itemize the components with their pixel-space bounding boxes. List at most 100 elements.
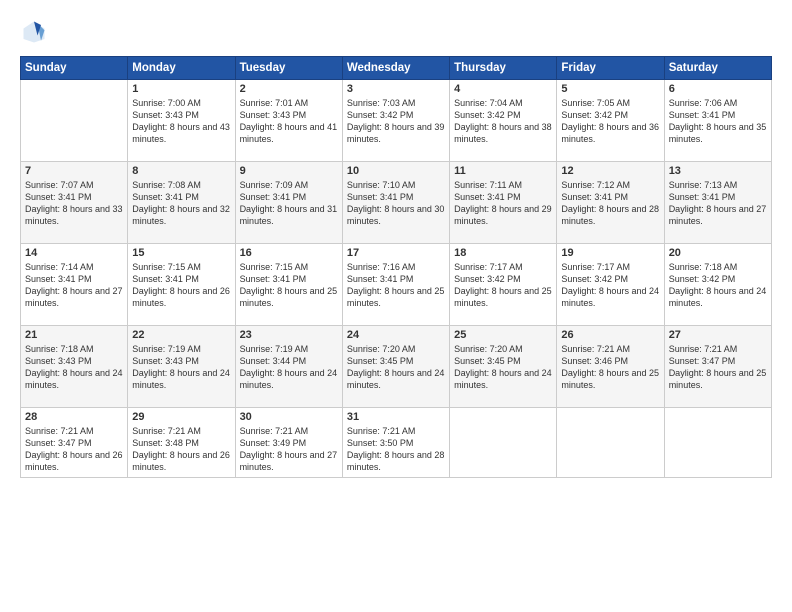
week-row-3: 14 Sunrise: 7:14 AMSunset: 3:41 PMDayligh… <box>21 244 772 326</box>
calendar-cell <box>450 408 557 478</box>
cell-info: Sunrise: 7:18 AMSunset: 3:43 PMDaylight:… <box>25 343 123 392</box>
calendar-cell <box>664 408 771 478</box>
day-number: 30 <box>240 411 338 423</box>
day-number: 21 <box>25 329 123 341</box>
calendar-cell: 7 Sunrise: 7:07 AMSunset: 3:41 PMDaylight… <box>21 162 128 244</box>
weekday-header-thursday: Thursday <box>450 57 557 80</box>
day-number: 4 <box>454 83 552 95</box>
weekday-header-wednesday: Wednesday <box>342 57 449 80</box>
cell-info: Sunrise: 7:19 AMSunset: 3:43 PMDaylight:… <box>132 343 230 392</box>
day-number: 2 <box>240 83 338 95</box>
cell-info: Sunrise: 7:21 AMSunset: 3:50 PMDaylight:… <box>347 425 445 474</box>
week-row-1: 1 Sunrise: 7:00 AMSunset: 3:43 PMDaylight… <box>21 80 772 162</box>
calendar-cell: 3 Sunrise: 7:03 AMSunset: 3:42 PMDaylight… <box>342 80 449 162</box>
week-row-5: 28 Sunrise: 7:21 AMSunset: 3:47 PMDayligh… <box>21 408 772 478</box>
cell-info: Sunrise: 7:00 AMSunset: 3:43 PMDaylight:… <box>132 97 230 146</box>
page: SundayMondayTuesdayWednesdayThursdayFrid… <box>0 0 792 612</box>
day-number: 28 <box>25 411 123 423</box>
cell-info: Sunrise: 7:04 AMSunset: 3:42 PMDaylight:… <box>454 97 552 146</box>
calendar-cell: 24 Sunrise: 7:20 AMSunset: 3:45 PMDayligh… <box>342 326 449 408</box>
cell-info: Sunrise: 7:06 AMSunset: 3:41 PMDaylight:… <box>669 97 767 146</box>
weekday-header-friday: Friday <box>557 57 664 80</box>
day-number: 15 <box>132 247 230 259</box>
cell-info: Sunrise: 7:21 AMSunset: 3:47 PMDaylight:… <box>25 425 123 474</box>
day-number: 5 <box>561 83 659 95</box>
day-number: 14 <box>25 247 123 259</box>
cell-info: Sunrise: 7:15 AMSunset: 3:41 PMDaylight:… <box>240 261 338 310</box>
day-number: 11 <box>454 165 552 177</box>
week-row-4: 21 Sunrise: 7:18 AMSunset: 3:43 PMDayligh… <box>21 326 772 408</box>
cell-info: Sunrise: 7:21 AMSunset: 3:48 PMDaylight:… <box>132 425 230 474</box>
weekday-header-sunday: Sunday <box>21 57 128 80</box>
day-number: 8 <box>132 165 230 177</box>
calendar-cell: 31 Sunrise: 7:21 AMSunset: 3:50 PMDayligh… <box>342 408 449 478</box>
calendar-cell: 21 Sunrise: 7:18 AMSunset: 3:43 PMDayligh… <box>21 326 128 408</box>
calendar-cell: 15 Sunrise: 7:15 AMSunset: 3:41 PMDayligh… <box>128 244 235 326</box>
calendar-body: 1 Sunrise: 7:00 AMSunset: 3:43 PMDaylight… <box>21 80 772 478</box>
cell-info: Sunrise: 7:17 AMSunset: 3:42 PMDaylight:… <box>561 261 659 310</box>
day-number: 19 <box>561 247 659 259</box>
day-number: 31 <box>347 411 445 423</box>
calendar-cell: 20Sunrise: 7:18 AMSunset: 3:42 PMDayligh… <box>664 244 771 326</box>
logo <box>20 18 52 46</box>
cell-info: Sunrise: 7:08 AMSunset: 3:41 PMDaylight:… <box>132 179 230 228</box>
cell-info: Sunrise: 7:05 AMSunset: 3:42 PMDaylight:… <box>561 97 659 146</box>
cell-info: Sunrise: 7:12 AMSunset: 3:41 PMDaylight:… <box>561 179 659 228</box>
calendar-cell: 17Sunrise: 7:16 AMSunset: 3:41 PMDayligh… <box>342 244 449 326</box>
calendar-cell: 5 Sunrise: 7:05 AMSunset: 3:42 PMDaylight… <box>557 80 664 162</box>
day-number: 29 <box>132 411 230 423</box>
day-number: 26 <box>561 329 659 341</box>
calendar-cell: 26Sunrise: 7:21 AMSunset: 3:46 PMDayligh… <box>557 326 664 408</box>
cell-info: Sunrise: 7:03 AMSunset: 3:42 PMDaylight:… <box>347 97 445 146</box>
calendar-cell: 22 Sunrise: 7:19 AMSunset: 3:43 PMDayligh… <box>128 326 235 408</box>
calendar-cell: 16 Sunrise: 7:15 AMSunset: 3:41 PMDayligh… <box>235 244 342 326</box>
day-number: 16 <box>240 247 338 259</box>
day-number: 3 <box>347 83 445 95</box>
weekday-header-saturday: Saturday <box>664 57 771 80</box>
cell-info: Sunrise: 7:17 AMSunset: 3:42 PMDaylight:… <box>454 261 552 310</box>
week-row-2: 7 Sunrise: 7:07 AMSunset: 3:41 PMDaylight… <box>21 162 772 244</box>
calendar-cell: 9 Sunrise: 7:09 AMSunset: 3:41 PMDaylight… <box>235 162 342 244</box>
calendar-cell: 8 Sunrise: 7:08 AMSunset: 3:41 PMDaylight… <box>128 162 235 244</box>
calendar-cell: 4 Sunrise: 7:04 AMSunset: 3:42 PMDaylight… <box>450 80 557 162</box>
logo-icon <box>20 18 48 46</box>
cell-info: Sunrise: 7:20 AMSunset: 3:45 PMDaylight:… <box>347 343 445 392</box>
calendar-cell: 19 Sunrise: 7:17 AMSunset: 3:42 PMDayligh… <box>557 244 664 326</box>
cell-info: Sunrise: 7:20 AMSunset: 3:45 PMDaylight:… <box>454 343 552 392</box>
cell-info: Sunrise: 7:21 AMSunset: 3:47 PMDaylight:… <box>669 343 767 392</box>
calendar: SundayMondayTuesdayWednesdayThursdayFrid… <box>20 56 772 478</box>
day-number: 7 <box>25 165 123 177</box>
cell-info: Sunrise: 7:13 AMSunset: 3:41 PMDaylight:… <box>669 179 767 228</box>
day-number: 22 <box>132 329 230 341</box>
cell-info: Sunrise: 7:14 AMSunset: 3:41 PMDaylight:… <box>25 261 123 310</box>
weekday-row: SundayMondayTuesdayWednesdayThursdayFrid… <box>21 57 772 80</box>
calendar-cell: 10Sunrise: 7:10 AMSunset: 3:41 PMDayligh… <box>342 162 449 244</box>
cell-info: Sunrise: 7:09 AMSunset: 3:41 PMDaylight:… <box>240 179 338 228</box>
calendar-cell: 1 Sunrise: 7:00 AMSunset: 3:43 PMDaylight… <box>128 80 235 162</box>
day-number: 18 <box>454 247 552 259</box>
calendar-header: SundayMondayTuesdayWednesdayThursdayFrid… <box>21 57 772 80</box>
cell-info: Sunrise: 7:18 AMSunset: 3:42 PMDaylight:… <box>669 261 767 310</box>
day-number: 24 <box>347 329 445 341</box>
calendar-cell: 27 Sunrise: 7:21 AMSunset: 3:47 PMDayligh… <box>664 326 771 408</box>
calendar-cell: 29 Sunrise: 7:21 AMSunset: 3:48 PMDayligh… <box>128 408 235 478</box>
day-number: 9 <box>240 165 338 177</box>
calendar-cell <box>21 80 128 162</box>
day-number: 1 <box>132 83 230 95</box>
weekday-header-monday: Monday <box>128 57 235 80</box>
calendar-cell: 11 Sunrise: 7:11 AMSunset: 3:41 PMDayligh… <box>450 162 557 244</box>
day-number: 6 <box>669 83 767 95</box>
day-number: 23 <box>240 329 338 341</box>
cell-info: Sunrise: 7:19 AMSunset: 3:44 PMDaylight:… <box>240 343 338 392</box>
cell-info: Sunrise: 7:11 AMSunset: 3:41 PMDaylight:… <box>454 179 552 228</box>
day-number: 27 <box>669 329 767 341</box>
calendar-cell: 30Sunrise: 7:21 AMSunset: 3:49 PMDayligh… <box>235 408 342 478</box>
cell-info: Sunrise: 7:01 AMSunset: 3:43 PMDaylight:… <box>240 97 338 146</box>
cell-info: Sunrise: 7:07 AMSunset: 3:41 PMDaylight:… <box>25 179 123 228</box>
cell-info: Sunrise: 7:15 AMSunset: 3:41 PMDaylight:… <box>132 261 230 310</box>
day-number: 12 <box>561 165 659 177</box>
calendar-cell: 12 Sunrise: 7:12 AMSunset: 3:41 PMDayligh… <box>557 162 664 244</box>
header <box>20 18 772 46</box>
calendar-cell: 25Sunrise: 7:20 AMSunset: 3:45 PMDayligh… <box>450 326 557 408</box>
cell-info: Sunrise: 7:16 AMSunset: 3:41 PMDaylight:… <box>347 261 445 310</box>
